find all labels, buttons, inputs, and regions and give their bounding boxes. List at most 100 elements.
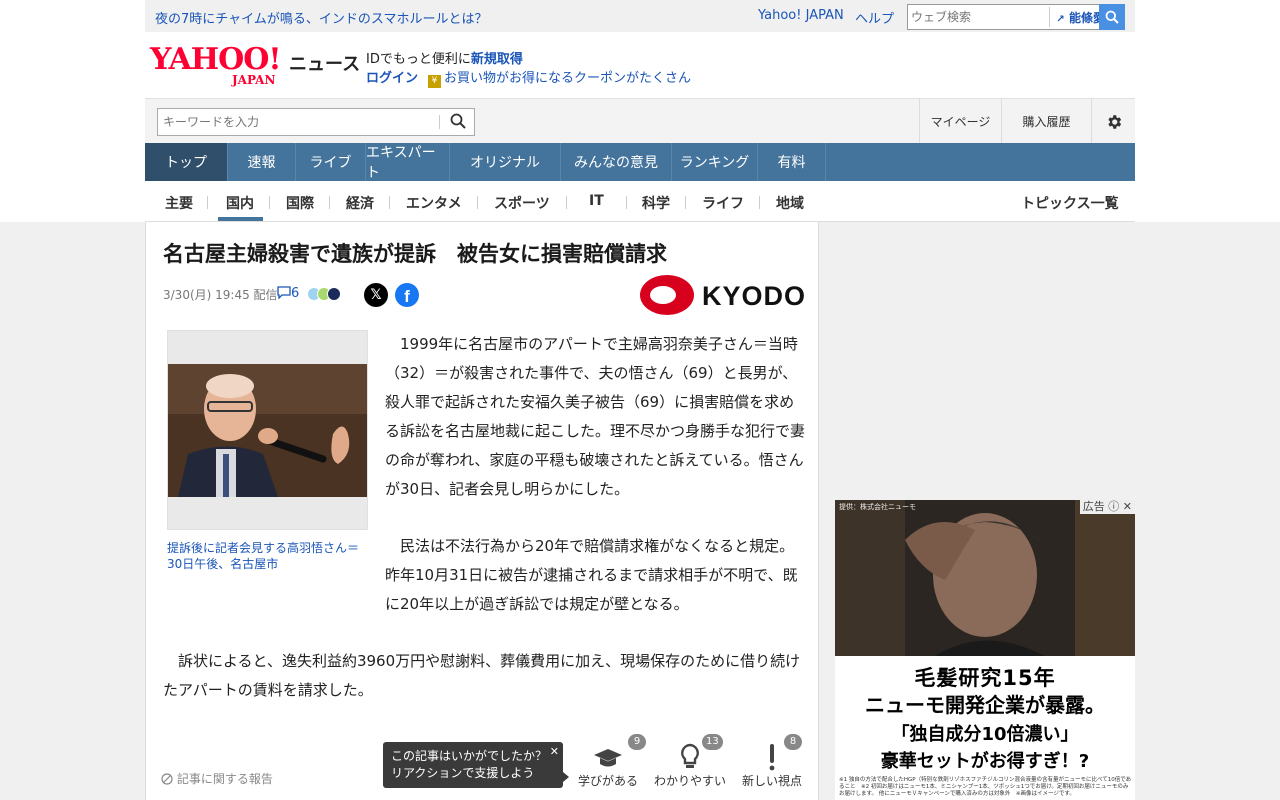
subnav-it[interactable]: IT bbox=[589, 193, 604, 209]
top-strip: 夜の7時にチャイムが鳴る、インドのスマホルールとは？ Yahoo! JAPAN … bbox=[145, 0, 1135, 32]
ad-man-photo bbox=[835, 500, 1135, 656]
subnav-separator bbox=[389, 196, 390, 209]
facebook-share-button[interactable]: f bbox=[395, 283, 419, 307]
ad-banner[interactable]: 提供：株式会社ニューモ 広告 ⓘ ✕ 毛髪研究15年 ニューモ開発企業が暴露。 … bbox=[835, 500, 1135, 800]
login-row: ログイン ¥ お買い物がお得になるクーポンがたくさん bbox=[366, 67, 691, 88]
article-paragraph-1: 1999年に名古屋市のアパートで主婦高羽奈美子さん＝当時（32）＝が殺害された事… bbox=[385, 335, 806, 498]
service-name[interactable]: ニュース bbox=[289, 50, 360, 76]
report-label: 記事に関する報告 bbox=[176, 772, 273, 786]
web-search-box: ↗ 能條愛未 bbox=[907, 4, 1125, 30]
web-search-button[interactable] bbox=[1099, 4, 1125, 30]
subnav-separator bbox=[329, 196, 330, 209]
close-icon[interactable]: ✕ bbox=[550, 743, 559, 760]
gear-icon bbox=[1107, 114, 1121, 129]
kyodo-logo[interactable]: KYODO bbox=[640, 274, 805, 320]
topics-all-link[interactable]: トピックス一覧 bbox=[1021, 193, 1119, 213]
article-title: 名古屋主婦殺害で遺族が提訴 被告女に損害賠償請求 bbox=[163, 242, 667, 266]
subnav-region[interactable]: 地域 bbox=[776, 193, 804, 213]
nav-live[interactable]: ライブ bbox=[296, 143, 366, 181]
exclamation-icon bbox=[769, 744, 775, 771]
subnav-international[interactable]: 国際 bbox=[286, 193, 314, 213]
mypage-link[interactable]: マイページ bbox=[919, 99, 1001, 144]
reaction-label: 学びがある bbox=[577, 774, 638, 788]
reaction-count: 9 bbox=[628, 734, 646, 750]
subnav-domestic[interactable]: 国内 bbox=[226, 193, 254, 213]
nav-opinions[interactable]: みんなの意見 bbox=[561, 143, 672, 181]
subnav-science[interactable]: 科学 bbox=[642, 193, 670, 213]
sad-face-icon bbox=[327, 287, 341, 301]
reaction-prompt-line1: この記事はいかがでしたか？ bbox=[391, 749, 548, 763]
help-link[interactable]: ヘルプ bbox=[855, 8, 894, 27]
article-meta: 3/30(月) 19:45 配信 bbox=[163, 286, 278, 303]
subnav-sports[interactable]: スポーツ bbox=[494, 193, 550, 213]
article-paragraph-2: 民法は不法行為から20年で賠償請求権がなくなると規定。昨年10月31日に被告が逮… bbox=[385, 537, 798, 613]
close-icon: ✕ bbox=[1122, 500, 1132, 513]
lightbulb-icon bbox=[681, 743, 699, 768]
publish-date: 3/30(月) 19:45 bbox=[163, 288, 250, 302]
nav-ranking[interactable]: ランキング bbox=[672, 143, 758, 181]
subnav-main[interactable]: 主要 bbox=[165, 193, 193, 213]
report-link[interactable]: 記事に関する報告 bbox=[161, 770, 273, 787]
top-headline-link[interactable]: 夜の7時にチャイムが鳴る、インドのスマホルールとは？ bbox=[155, 8, 488, 27]
ad-label-text: 広告 bbox=[1082, 500, 1105, 513]
article-photo-frame[interactable] bbox=[167, 330, 368, 530]
search-icon bbox=[1105, 10, 1119, 24]
reaction-understandable-button[interactable]: 13 わかりやすい bbox=[650, 734, 730, 794]
prohibited-icon bbox=[161, 773, 173, 785]
ad-provider: 提供：株式会社ニューモ bbox=[839, 503, 916, 511]
keyword-search-button[interactable] bbox=[450, 113, 466, 133]
register-link[interactable]: 新規取得 bbox=[471, 52, 523, 67]
reaction-learned-button[interactable]: 9 学びがある bbox=[568, 734, 648, 794]
nav-top[interactable]: トップ bbox=[145, 143, 228, 181]
id-promo-text: IDでもっと便利に bbox=[366, 52, 471, 67]
news-search-bar: マイページ 購入履歴 bbox=[145, 98, 1135, 144]
purchase-history-link[interactable]: 購入履歴 bbox=[1001, 99, 1091, 144]
comment-link[interactable]: 6 bbox=[277, 286, 299, 301]
reaction-faces bbox=[307, 287, 341, 301]
coupon-link[interactable]: お買い物がお得になるクーポンがたくさん bbox=[444, 71, 691, 86]
info-icon: ⓘ bbox=[1108, 500, 1120, 513]
nav-original[interactable]: オリジナル bbox=[450, 143, 561, 181]
settings-button[interactable] bbox=[1091, 99, 1135, 144]
ad-label[interactable]: 広告 ⓘ ✕ bbox=[1079, 500, 1135, 514]
reaction-new-perspective-button[interactable]: 8 新しい視点 bbox=[732, 734, 812, 794]
yahoo-japan-link[interactable]: Yahoo! JAPAN bbox=[758, 8, 844, 23]
login-link[interactable]: ログイン bbox=[366, 71, 418, 86]
yahoo-news-logo[interactable]: YAHOO! JAPAN bbox=[150, 45, 282, 88]
reaction-prompt-tooltip: この記事はいかがでしたか？ リアクションで支援しよう ✕ bbox=[383, 742, 569, 788]
subnav-separator bbox=[626, 196, 627, 209]
comment-count: 6 bbox=[291, 286, 300, 301]
subnav-separator bbox=[477, 196, 478, 209]
nav-expert[interactable]: エキスパート bbox=[366, 143, 450, 181]
logo-japan: JAPAN bbox=[232, 73, 276, 87]
search-divider bbox=[439, 115, 440, 129]
press-conference-photo bbox=[168, 364, 367, 497]
ad-headline-4: 豪華セットがお得すぎ！? bbox=[880, 751, 1090, 772]
article-card: 名古屋主婦殺害で遺族が提訴 被告女に損害賠償請求 3/30(月) 19:45 配… bbox=[145, 222, 819, 800]
trend-arrow-icon: ↗ bbox=[1056, 14, 1065, 25]
ad-fine-print: ※1 独自の方法で配合したHGP（特別な鉄剤リゾホスファチジルコリン混合液量の含… bbox=[839, 777, 1132, 797]
x-share-button[interactable]: 𝕏 bbox=[364, 283, 388, 307]
subnav-entertainment[interactable]: エンタメ bbox=[406, 193, 462, 213]
nav-paid[interactable]: 有料 bbox=[758, 143, 826, 181]
ad-headline-2: ニューモ開発企業が暴露。 bbox=[865, 693, 1105, 717]
reaction-prompt-line2: リアクションで支援しよう bbox=[391, 766, 535, 780]
account-links: マイページ 購入履歴 bbox=[919, 99, 1135, 144]
nav-breaking[interactable]: 速報 bbox=[228, 143, 296, 181]
subnav-separator bbox=[759, 196, 760, 209]
facebook-logo-icon: f bbox=[404, 287, 410, 306]
subnav-life[interactable]: ライフ bbox=[702, 193, 744, 213]
subnav-economy[interactable]: 経済 bbox=[346, 193, 374, 213]
keyword-search-input[interactable] bbox=[163, 110, 433, 134]
article-photo bbox=[168, 364, 367, 497]
ad-headline-1: 毛髪研究15年 bbox=[914, 666, 1056, 690]
subnav-separator bbox=[269, 196, 270, 209]
ad-photo: 提供：株式会社ニューモ bbox=[835, 500, 1135, 656]
id-promo: IDでもっと便利に新規取得 bbox=[366, 48, 523, 67]
main-navigation: トップ 速報 ライブ エキスパート オリジナル みんなの意見 ランキング 有料 bbox=[145, 143, 1135, 181]
ad-headline-3: 「独自成分10倍濃い」 bbox=[891, 724, 1079, 745]
web-search-input[interactable] bbox=[911, 6, 1029, 28]
subnav-separator bbox=[685, 196, 686, 209]
x-logo-icon: 𝕏 bbox=[370, 287, 382, 303]
photo-caption[interactable]: 提訴後に記者会見する高羽悟さん＝30日午後、名古屋市 bbox=[167, 540, 372, 572]
